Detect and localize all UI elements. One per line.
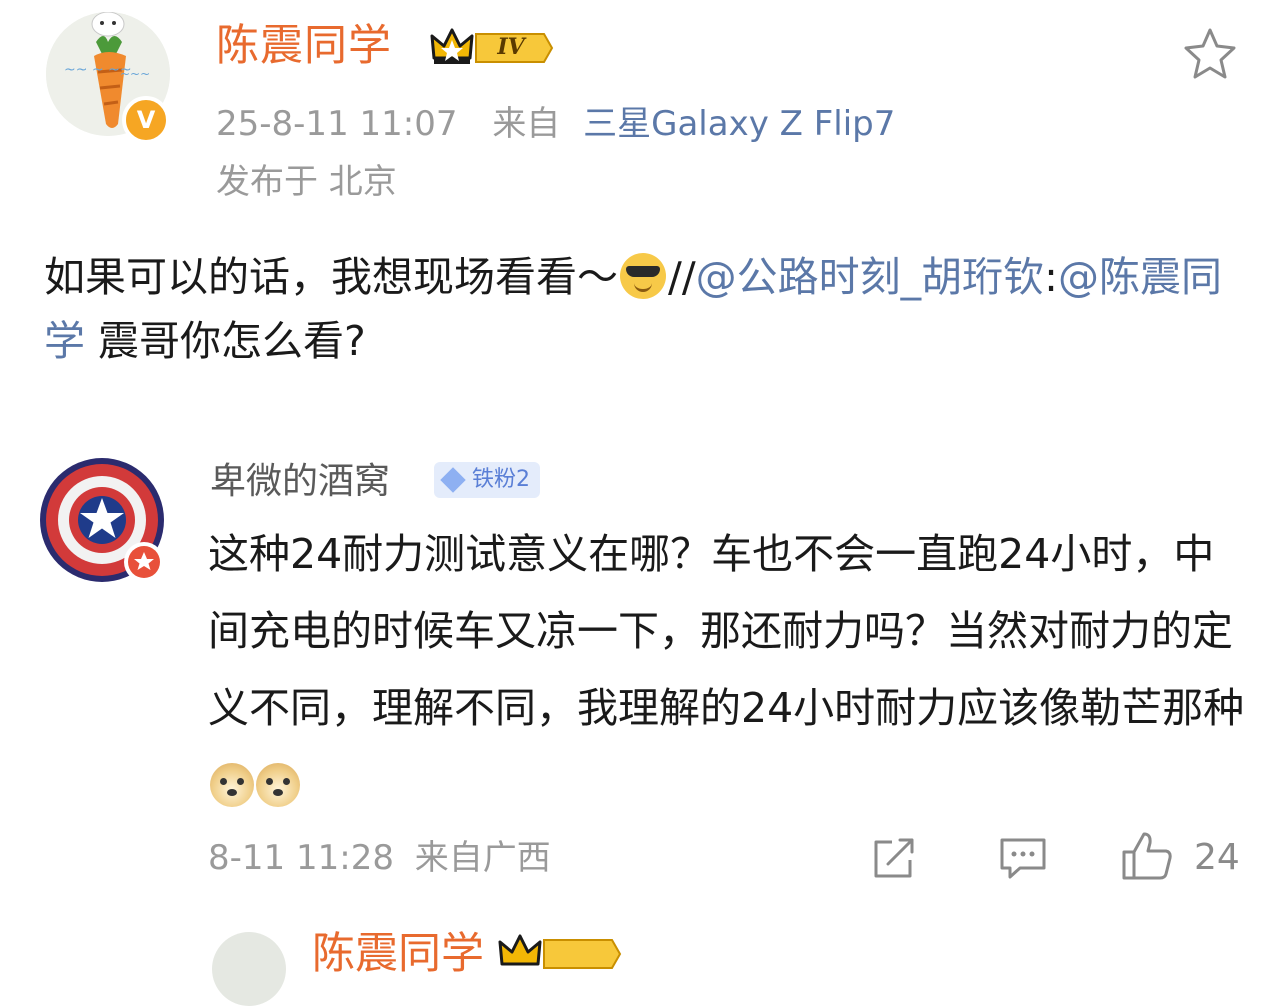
post-meta: 25-8-11 11:07 来自 三星Galaxy Z Flip7 [216, 100, 895, 148]
post-location: 发布于 北京 [216, 162, 397, 202]
colon: : [1044, 253, 1058, 301]
author-name[interactable]: 陈震同学 [216, 18, 392, 74]
post-content: 如果可以的话，我想现场看看～//@公路时刻_胡珩钦:@陈震同学 震哥你怎么看? [44, 245, 1244, 373]
share-icon[interactable] [870, 836, 918, 880]
captain-shield-avatar[interactable] [40, 458, 168, 586]
comment-icon[interactable] [998, 836, 1048, 880]
star-outline-icon[interactable] [1182, 26, 1238, 82]
fan-badge: 铁粉2 [434, 462, 540, 498]
post-time: 25-8-11 11:07 [216, 104, 458, 144]
reply-location: 来自广西 [414, 838, 551, 878]
post-text: 如果可以的话，我想现场看看～ [44, 253, 618, 301]
svg-text:~~~: ~~~ [120, 67, 150, 81]
diamond-icon [440, 467, 466, 493]
mention-link[interactable]: @公路时刻_胡珩钦 [696, 253, 1045, 301]
fan-badge-label: 铁粉2 [472, 467, 530, 492]
level-label: IV [497, 34, 525, 60]
source-device-link[interactable]: 三星Galaxy Z Flip7 [583, 104, 895, 144]
next-author-avatar[interactable] [212, 932, 286, 1006]
next-author-name[interactable]: 陈震同学 [312, 926, 484, 982]
repost-marker: // [668, 253, 696, 301]
thumbs-up-icon[interactable] [1120, 830, 1174, 882]
cool-sunglasses-emoji-icon [620, 253, 666, 299]
reply-time: 8-11 11:28 [208, 838, 394, 878]
like-count: 24 [1194, 837, 1240, 878]
source-prefix: 来自 [492, 104, 561, 144]
post-text: 震哥你怎么看? [85, 317, 366, 365]
doge-emoji-icon [256, 763, 300, 807]
doge-emoji-icon [210, 763, 254, 807]
crown-level-badge-icon [498, 934, 622, 969]
reply-content: 这种24耐力测试意义在哪？车也不会一直跑24小时，中间充电的时候车又凉一下，那还… [208, 516, 1248, 824]
reply-author-name[interactable]: 卑微的酒窝 [210, 456, 390, 508]
reply-meta: 8-11 11:28 来自广西 [208, 834, 551, 882]
verified-v-icon: V [122, 96, 170, 144]
reply-text: 这种24耐力测试意义在哪？车也不会一直跑24小时，中间充电的时候车又凉一下，那还… [208, 530, 1245, 732]
